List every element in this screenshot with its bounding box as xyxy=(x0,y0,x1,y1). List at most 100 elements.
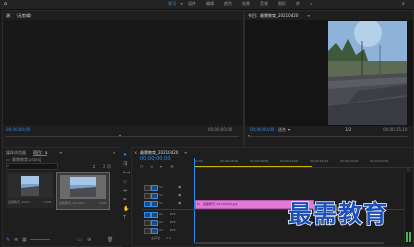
track-target-v3[interactable] xyxy=(151,185,158,191)
eye-icon[interactable]: ◉ xyxy=(178,184,182,189)
track-label-v2: V2 xyxy=(159,193,163,197)
list-view-icon[interactable]: ≣ xyxy=(14,237,18,243)
mute-button[interactable]: M S xyxy=(170,220,175,225)
list-item[interactable]: 最需教育_202104... 5:08 xyxy=(56,172,110,210)
search-icon: ⌕ xyxy=(7,163,10,168)
source-timecode[interactable]: 00;00;00;00 xyxy=(6,127,30,132)
work-area-bar[interactable] xyxy=(194,166,312,167)
toggle-sync-lock[interactable] xyxy=(144,220,151,226)
ruler-tick: 00;00 xyxy=(194,159,203,163)
program-timecode[interactable]: 00;00;00;00 xyxy=(250,127,274,132)
track-label-v1: V1 xyxy=(159,201,163,205)
source-patch-a1[interactable] xyxy=(144,212,151,218)
workspace-tab-6[interactable]: 音频 xyxy=(260,1,268,7)
track-label-a2: A2 xyxy=(159,220,163,224)
source-viewer xyxy=(3,20,243,125)
new-bin-icon[interactable]: ▭ xyxy=(77,237,82,243)
workspace-tab-7[interactable]: 图形 xyxy=(278,1,286,7)
zoom-slider[interactable] xyxy=(30,239,50,240)
toggle-sync-lock[interactable] xyxy=(144,185,151,191)
ruler-tick: 00;00;04;00 xyxy=(220,159,239,163)
project-menu-icon[interactable]: ≡ xyxy=(59,150,62,155)
workspace-menu-icon[interactable]: ≡ xyxy=(180,1,183,7)
timeline-timecode[interactable]: 00;00;00;00 xyxy=(140,157,171,162)
workspace-overflow-icon[interactable]: » xyxy=(310,1,312,7)
hand-tool-icon[interactable]: ✋ xyxy=(123,206,129,212)
timeline-horizontal-scrollbar[interactable] xyxy=(194,242,384,244)
search-icon[interactable]: ⌕ xyxy=(402,1,405,7)
mute-button[interactable]: M S xyxy=(170,212,175,217)
track-select-icon[interactable]: ⇶ xyxy=(123,161,127,167)
track-label-v3: V3 xyxy=(159,185,163,189)
close-icon[interactable]: × xyxy=(134,150,137,155)
track-target-v2[interactable] xyxy=(151,193,158,199)
snap-icon[interactable]: ⊓ xyxy=(140,164,143,169)
toggle-sync-lock[interactable] xyxy=(144,193,151,199)
razor-tool-icon[interactable]: ◇ xyxy=(123,179,127,185)
clip-name: 最需教育_202104... xyxy=(59,201,87,205)
list-item[interactable]: 最需教育_2021... 5:08 xyxy=(6,172,54,208)
workspace-tab-1[interactable]: 学习 xyxy=(168,1,176,7)
slip-tool-icon[interactable]: ⇹ xyxy=(123,188,127,194)
workspace-bar: ⌂ 学习 ≡ 组件 编辑 颜色 效果 音频 图形 库 » ⌕ xyxy=(0,0,414,10)
project-folder-icon: ▭ xyxy=(6,157,10,162)
tab-media-browser[interactable]: 媒体浏览器 xyxy=(6,150,26,155)
program-monitor-tab[interactable]: 节目：最需教育_20210420 xyxy=(248,13,298,18)
workspace-tab-3[interactable]: 编辑 xyxy=(206,1,214,7)
eye-icon[interactable]: ◉ xyxy=(178,200,182,205)
eye-icon[interactable]: ◉ xyxy=(178,192,182,197)
source-duration: 00;00;00;00 xyxy=(208,127,233,132)
source-monitor-tab[interactable]: 源：（无剪辑） xyxy=(6,13,34,18)
ruler-tick: 00;00;24;00 xyxy=(370,159,389,163)
trash-icon[interactable]: 🗑 xyxy=(107,237,113,243)
workspace-tab-8[interactable]: 库 xyxy=(296,1,300,7)
home-icon[interactable]: ⌂ xyxy=(4,1,7,7)
wrench-icon[interactable]: ⚒ xyxy=(170,164,174,169)
audio-meters xyxy=(404,172,413,244)
workspace-tab-4[interactable]: 颜色 xyxy=(224,1,232,7)
toggle-sync-lock[interactable] xyxy=(144,228,151,234)
track-label-a3: A3 xyxy=(159,228,163,232)
workspace-tab-2[interactable]: 组件 xyxy=(188,1,196,7)
ripple-edit-icon[interactable]: ⟷ xyxy=(123,170,130,176)
workspace-tab-5[interactable]: 效果 xyxy=(242,1,250,7)
add-marker-icon[interactable]: ▾ xyxy=(160,164,162,169)
program-scrubber[interactable] xyxy=(248,136,408,137)
program-menu-icon[interactable]: ≡ xyxy=(307,13,310,18)
source-playhead-icon[interactable]: ▾ xyxy=(119,134,121,138)
source-patch-v1[interactable] xyxy=(144,201,151,207)
timeline-panel: × 最需教育_20210420 ≡ 00;00;00;00 ⊓ ∞ ▾ ⚒ 00… xyxy=(131,147,414,247)
program-fit-select[interactable]: 适合 xyxy=(278,127,286,132)
track-label-a1: A1 xyxy=(159,212,163,216)
project-item-count: 2 项 xyxy=(103,164,111,169)
clip-label: 最需教育_20210420.jpg xyxy=(203,202,238,206)
icon-view-icon[interactable]: ▦ xyxy=(22,237,27,243)
track-target-v1[interactable] xyxy=(151,201,158,207)
mute-button[interactable]: M S xyxy=(170,228,175,233)
tab-project[interactable]: 项目：a xyxy=(33,150,48,156)
program-monitor-panel: 节目：最需教育_20210420 ≡ 00;00;00;00 适合 ▾ 1/2 … xyxy=(244,10,414,157)
program-duration: 00;00;35;10 xyxy=(383,127,408,132)
ruler-tick: 00;00;08;00 xyxy=(250,159,269,163)
fit-chevron-down-icon[interactable]: ▾ xyxy=(288,127,290,132)
pen-tool-icon[interactable]: ✒ xyxy=(123,197,127,203)
linked-selection-icon[interactable]: ∞ xyxy=(150,164,153,169)
source-scrubber[interactable] xyxy=(6,136,239,137)
new-item-icon[interactable]: ⊕ xyxy=(87,237,91,243)
write-protect-icon[interactable]: ✎ xyxy=(6,237,10,243)
ruler-tick: 00;00;12;00 xyxy=(280,159,299,163)
master-volume[interactable]: 0.0 xyxy=(166,236,171,241)
type-tool-icon[interactable]: T xyxy=(123,215,126,221)
filter-icon[interactable]: ⌗ xyxy=(93,164,95,169)
program-playhead-icon[interactable]: ▾ xyxy=(248,134,250,138)
timeline-menu-icon[interactable]: ≡ xyxy=(184,150,187,155)
track-target-a1[interactable] xyxy=(151,212,158,218)
project-overflow-icon[interactable]: » xyxy=(113,150,115,155)
timeline-tab[interactable]: 最需教育_20210420 xyxy=(140,150,178,155)
project-search-input[interactable] xyxy=(6,163,58,170)
ruler-tick: 00;00;20;00 xyxy=(340,159,359,163)
selection-tool-icon[interactable]: ➤ xyxy=(123,152,127,158)
track-target-a3[interactable] xyxy=(151,228,158,234)
track-target-a2[interactable] xyxy=(151,220,158,226)
program-resolution[interactable]: 1/2 xyxy=(345,127,351,132)
